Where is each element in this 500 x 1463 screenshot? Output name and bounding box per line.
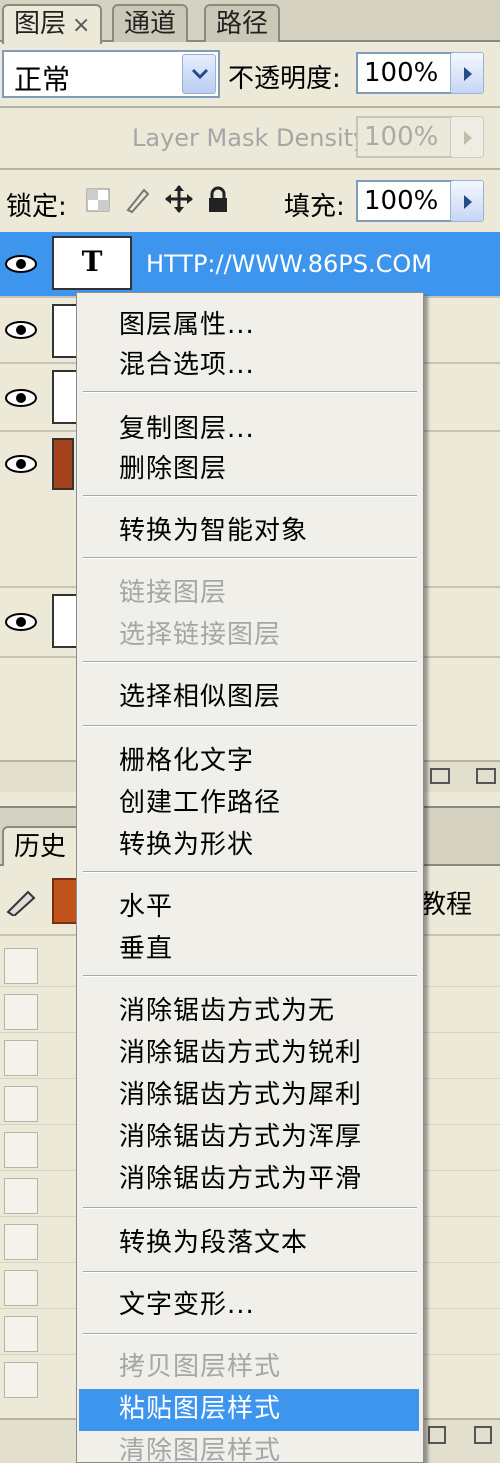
new-snapshot-icon[interactable] [428,1426,446,1444]
lock-move-icon[interactable] [164,184,194,218]
history-source-box[interactable] [4,1224,38,1260]
new-layer-icon[interactable] [476,768,496,784]
menu-separator [83,871,417,873]
menu-item-rasterize-type[interactable]: 栅格化文字 [79,741,419,783]
history-source-box[interactable] [4,994,38,1030]
menu-item-clear-layer-style: 清除图层样式 [119,1436,282,1463]
delete-icon[interactable] [474,1426,492,1444]
blend-mode-value: 正常 [14,63,71,96]
new-group-icon[interactable] [430,768,450,784]
history-source-box[interactable] [4,1270,38,1306]
fill-slider-button[interactable] [450,180,484,222]
divider [0,168,500,170]
menu-item-anti-alias-sharp[interactable]: 消除锯齿方式为锐利 [79,1033,419,1075]
menu-item-create-work-path[interactable]: 创建工作路径 [79,783,419,825]
chevron-down-icon[interactable] [182,54,216,94]
tab-layers[interactable]: 图层 × [2,4,103,44]
menu-item-anti-alias-strong[interactable]: 消除锯齿方式为浑厚 [79,1117,419,1159]
opacity-input[interactable]: 100% [356,52,456,94]
menu-item-convert-to-shape[interactable]: 转换为形状 [79,825,419,867]
history-source-box[interactable] [4,948,38,984]
close-icon[interactable]: × [72,13,90,38]
menu-item-copy-layer-style: 拷贝图层样式 [119,1352,282,1382]
menu-separator [83,1271,417,1273]
menu-separator [83,975,417,977]
eye-icon[interactable] [4,320,38,340]
fill-input[interactable]: 100% [356,180,456,222]
snapshot-label: 教程 [420,890,473,920]
menu-item-anti-alias-smooth[interactable]: 消除锯齿方式为平滑 [79,1159,419,1201]
lock-label: 锁定: [6,192,67,222]
text-layer-thumbnail: T [52,236,132,290]
tab-channels[interactable]: 通道 [112,4,189,42]
brush-source-icon[interactable] [6,888,38,920]
panel-tab-bar: 图层 × 通道 路径 [0,0,500,44]
menu-item-horizontal[interactable]: 水平 [79,887,419,929]
layer-name[interactable]: HTTP://WWW.86PS.COM [146,250,432,278]
menu-separator [83,391,417,393]
menu-item-convert-paragraph-text[interactable]: 转换为段落文本 [79,1223,419,1265]
menu-item-duplicate-layer[interactable]: 复制图层... [79,409,419,451]
lock-brush-icon[interactable] [124,186,152,218]
eye-icon[interactable] [4,254,38,274]
menu-item-vertical[interactable]: 垂直 [79,929,419,971]
eye-icon[interactable] [4,388,38,408]
tab-paths[interactable]: 路径 [204,4,281,42]
menu-item-blending-options[interactable]: 混合选项... [79,345,419,387]
history-source-box[interactable] [4,1316,38,1352]
menu-separator [83,495,417,497]
mask-density-input: 100% [356,116,456,158]
tab-history[interactable]: 历史 [2,826,82,868]
lock-all-icon[interactable] [206,186,230,218]
history-source-box[interactable] [4,1086,38,1122]
blend-mode-select[interactable]: 正常 [2,50,220,98]
menu-item-select-linked-layers: 选择链接图层 [119,620,282,650]
mask-density-slider-button [450,116,484,158]
layer-row-selected[interactable]: T HTTP://WWW.86PS.COM [0,232,500,298]
tab-layers-label: 图层 [14,9,67,39]
menu-separator [83,1207,417,1209]
divider [0,106,500,108]
menu-item-convert-smart-object[interactable]: 转换为智能对象 [79,511,419,553]
menu-item-link-layers: 链接图层 [119,578,228,608]
opacity-slider-button[interactable] [450,52,484,94]
menu-item-warp-text[interactable]: 文字变形... [79,1285,419,1327]
tab-history-label: 历史 [14,832,67,862]
history-source-box[interactable] [4,1362,38,1398]
eye-icon[interactable] [4,454,38,474]
menu-item-select-similar-layers[interactable]: 选择相似图层 [79,677,419,719]
opacity-label: 不透明度: [228,64,341,94]
menu-item-anti-alias-crisp[interactable]: 消除锯齿方式为犀利 [79,1075,419,1117]
menu-separator [83,725,417,727]
tab-channels-label: 通道 [124,9,177,39]
menu-separator [83,557,417,559]
layer-context-menu: 图层属性... 混合选项... 复制图层... 删除图层 转换为智能对象 链接图… [76,292,424,1463]
menu-item-paste-layer-style[interactable]: 粘贴图层样式 [79,1389,419,1431]
history-source-box[interactable] [4,1040,38,1076]
menu-item-delete-layer[interactable]: 删除图层 [79,449,419,491]
menu-separator [83,661,417,663]
lock-transparent-icon[interactable] [86,188,110,216]
snapshot-thumbnail[interactable] [52,878,78,924]
fill-label: 填充: [284,192,345,222]
menu-separator [83,1333,417,1335]
mask-density-label: Layer Mask Density [132,124,368,152]
layer-thumbnail [52,438,74,490]
menu-item-layer-properties[interactable]: 图层属性... [79,305,419,347]
history-source-box[interactable] [4,1178,38,1214]
history-source-box[interactable] [4,1132,38,1168]
eye-icon[interactable] [4,612,38,632]
tab-paths-label: 路径 [216,9,269,39]
menu-item-anti-alias-none[interactable]: 消除锯齿方式为无 [79,991,419,1033]
